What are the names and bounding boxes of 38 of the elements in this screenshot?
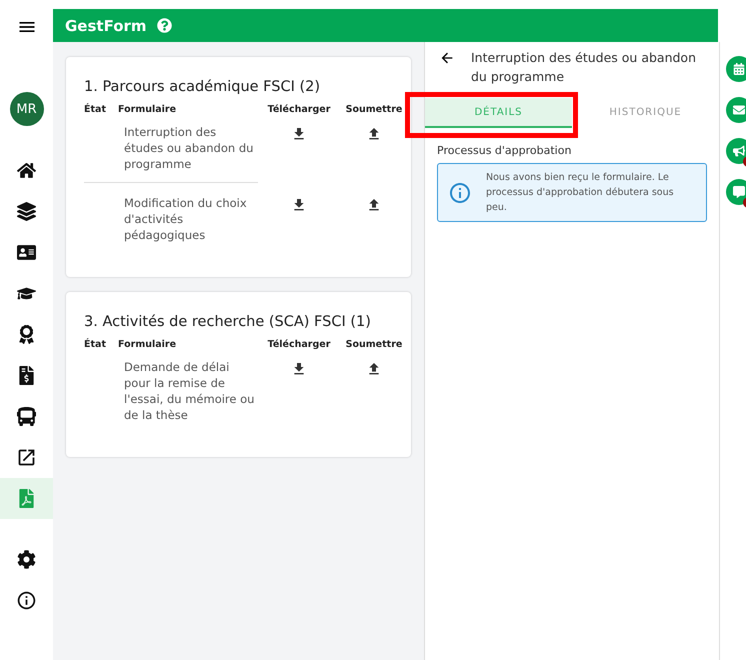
column-header: Soumettre bbox=[344, 104, 404, 115]
megaphone-icon bbox=[733, 145, 745, 157]
chat-icon bbox=[733, 186, 745, 198]
alert-message: Nous avons bien reçu le formulaire. Le processus d'approbation débutera sous peu. bbox=[486, 171, 675, 215]
home-icon bbox=[17, 161, 36, 180]
bus-icon bbox=[17, 407, 36, 426]
award-icon bbox=[17, 325, 36, 344]
calendar-icon bbox=[733, 63, 745, 75]
pdf-file-icon bbox=[17, 489, 36, 508]
id-card-icon bbox=[17, 243, 36, 262]
card-title: 1. Parcours académique FSCI (2) bbox=[84, 79, 322, 95]
quick-action-button[interactable] bbox=[726, 138, 746, 164]
settings-icon bbox=[17, 550, 36, 569]
mail-icon bbox=[733, 104, 745, 116]
column-header: État bbox=[84, 339, 107, 350]
column-header: Formulaire bbox=[118, 104, 178, 115]
tab[interactable]: DÉTAILS bbox=[425, 98, 572, 128]
quick-action-button[interactable] bbox=[726, 179, 746, 205]
layers-icon bbox=[17, 202, 36, 221]
column-header: Soumettre bbox=[344, 339, 404, 350]
column-header: Formulaire bbox=[118, 339, 178, 350]
back-icon[interactable] bbox=[439, 50, 455, 66]
info-icon bbox=[448, 180, 472, 204]
external-link-icon bbox=[16, 447, 37, 468]
section-title: Processus d'approbation bbox=[437, 144, 572, 157]
user-avatar[interactable]: MR bbox=[10, 92, 44, 126]
info-icon bbox=[16, 590, 37, 611]
form-name: Demande de délai pour la remise de l'essai, du mémoire ou de la thèse bbox=[123, 359, 256, 424]
app-title: GestForm bbox=[65, 16, 147, 34]
detail-title: Interruption des études ou abandon du programme bbox=[471, 49, 697, 86]
invoice-icon bbox=[17, 366, 36, 385]
column-header: Télécharger bbox=[266, 339, 332, 350]
help-icon[interactable] bbox=[156, 18, 172, 33]
column-header: État bbox=[84, 104, 107, 115]
form-name: Interruption des études ou abandon du programme bbox=[123, 124, 254, 173]
column-header: Télécharger bbox=[266, 104, 332, 115]
form-name: Modification du choix d'activités pédagogiques bbox=[123, 195, 248, 244]
card-title: 3. Activités de recherche (SCA) FSCI (1) bbox=[84, 314, 372, 330]
